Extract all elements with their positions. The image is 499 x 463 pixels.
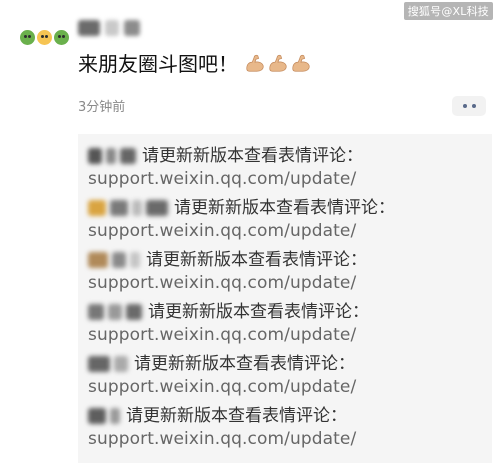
comment-link[interactable]: support.weixin.qq.com/update/ bbox=[88, 168, 363, 190]
comment-link[interactable]: support.weixin.qq.com/update/ bbox=[88, 324, 369, 346]
post-content: 来朋友圈斗图吧！ bbox=[78, 48, 312, 77]
comment-text: 请更新新版本查看表情评论： bbox=[148, 302, 369, 322]
avatar[interactable] bbox=[20, 30, 70, 50]
commenter-name-blurred[interactable] bbox=[88, 250, 140, 270]
watermark: 搜狐号@XL科技 bbox=[403, 2, 493, 20]
comment-item[interactable]: 请更新新版本查看表情评论： support.weixin.qq.com/upda… bbox=[88, 352, 356, 398]
post-text: 来朋友圈斗图吧！ bbox=[78, 52, 238, 76]
more-dot-icon bbox=[462, 104, 467, 108]
poster-name-blurred[interactable] bbox=[78, 18, 154, 38]
flexed-biceps-icon bbox=[292, 54, 310, 72]
commenter-name-blurred[interactable] bbox=[88, 198, 168, 218]
post-time: 3分钟前 bbox=[78, 100, 126, 115]
avatar-face-3 bbox=[54, 30, 69, 45]
comment-text: 请更新新版本查看表情评论： bbox=[174, 198, 395, 218]
comment-item[interactable]: 请更新新版本查看表情评论： support.weixin.qq.com/upda… bbox=[88, 300, 369, 346]
more-dot-icon bbox=[471, 104, 476, 108]
comment-link[interactable]: support.weixin.qq.com/update/ bbox=[88, 272, 367, 294]
comment-item[interactable]: 请更新新版本查看表情评论： support.weixin.qq.com/upda… bbox=[88, 196, 395, 242]
comment-item[interactable]: 请更新新版本查看表情评论： support.weixin.qq.com/upda… bbox=[88, 248, 367, 294]
avatar-face-1 bbox=[20, 30, 35, 45]
avatar-face-2 bbox=[37, 30, 52, 45]
commenter-name-blurred[interactable] bbox=[88, 146, 136, 166]
comment-link[interactable]: support.weixin.qq.com/update/ bbox=[88, 220, 395, 242]
comment-item[interactable]: 请更新新版本查看表情评论： support.weixin.qq.com/upda… bbox=[88, 404, 356, 450]
comment-text: 请更新新版本查看表情评论： bbox=[126, 406, 347, 426]
comment-text: 请更新新版本查看表情评论： bbox=[146, 250, 367, 270]
comment-link[interactable]: support.weixin.qq.com/update/ bbox=[88, 428, 356, 450]
commenter-name-blurred[interactable] bbox=[88, 302, 142, 322]
comment-item[interactable]: 请更新新版本查看表情评论： support.weixin.qq.com/upda… bbox=[88, 144, 363, 190]
emoji-group bbox=[244, 52, 312, 74]
commenter-name-blurred[interactable] bbox=[88, 406, 120, 426]
comment-text: 请更新新版本查看表情评论： bbox=[142, 146, 363, 166]
comment-link[interactable]: support.weixin.qq.com/update/ bbox=[88, 376, 356, 398]
flexed-biceps-icon bbox=[269, 54, 287, 72]
comment-section: 请更新新版本查看表情评论： support.weixin.qq.com/upda… bbox=[78, 134, 492, 463]
flexed-biceps-icon bbox=[246, 54, 264, 72]
comment-text: 请更新新版本查看表情评论： bbox=[134, 354, 355, 374]
commenter-name-blurred[interactable] bbox=[88, 354, 128, 374]
more-button[interactable] bbox=[452, 96, 486, 116]
